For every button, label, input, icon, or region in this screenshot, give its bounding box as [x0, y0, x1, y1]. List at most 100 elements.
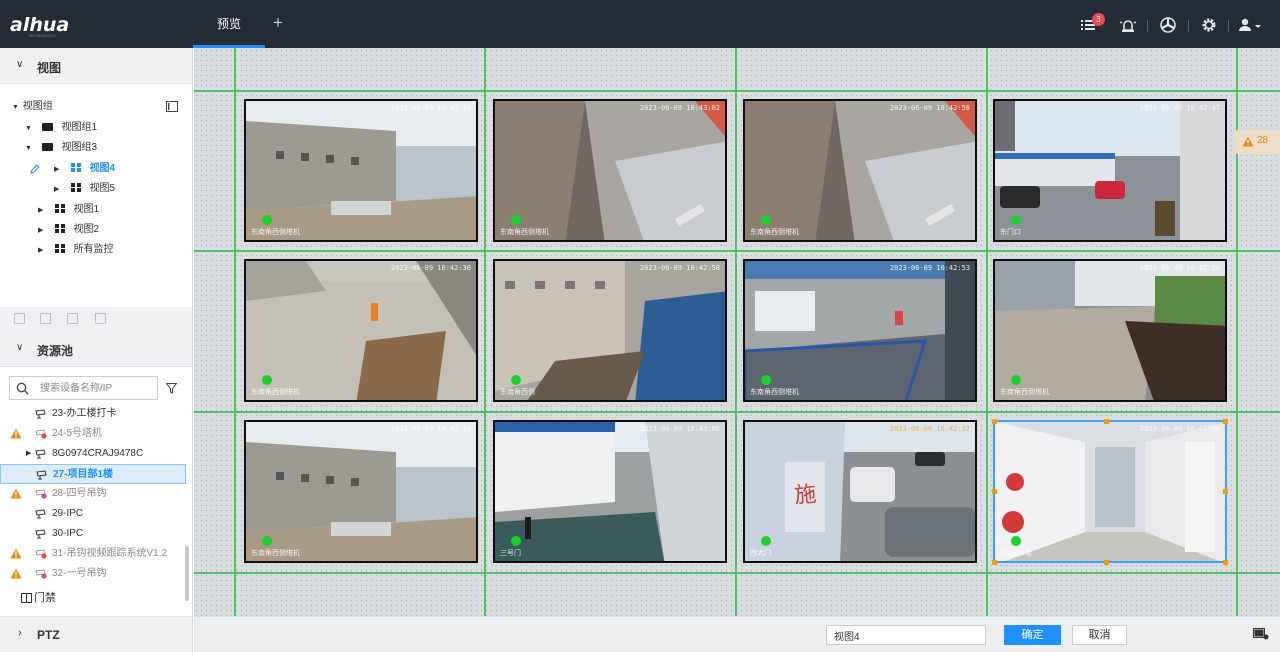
grid-line [194, 250, 1280, 252]
device-item[interactable]: 30-IPC [0, 524, 186, 544]
caret-right-icon: ▶ [38, 207, 44, 214]
view-toolbar [0, 307, 192, 331]
video-tile[interactable]: 2023-06-09 10:43:06 三号门 [493, 420, 727, 563]
resize-handle[interactable] [992, 419, 997, 424]
resize-handle[interactable] [1104, 560, 1109, 565]
camera-feed-street [495, 261, 725, 400]
device-item[interactable]: ▶ 8G0974CRAJ9478C [0, 444, 186, 464]
tree-view-2[interactable]: ▶ 视图2 [38, 220, 99, 240]
video-tile[interactable]: 施 2023-06-09 10:42:37 西大门 [743, 420, 977, 563]
caret-right-icon: ▶ [54, 186, 60, 193]
osd-camera-name: 东南角西侧塔机 [251, 229, 300, 236]
camera-offline-icon [35, 569, 47, 579]
user-icon[interactable] [1237, 16, 1263, 34]
alarm-count: 28 [1257, 135, 1269, 146]
video-tile-active[interactable]: 2023-06-09 10:42:56 项目部1楼 [993, 420, 1227, 563]
ptz-section-header[interactable]: › PTZ [0, 616, 192, 652]
device-item[interactable]: 32-一号吊钩 [0, 564, 186, 584]
tree-view-1[interactable]: ▶ 视图1 [38, 200, 99, 220]
device-item[interactable]: 28-四号吊钩 [0, 484, 186, 504]
resize-handle[interactable] [992, 489, 997, 494]
device-item[interactable]: 31-吊钩视频跟踪系统V1.2 [0, 544, 186, 564]
caret-right-icon: ▶ [54, 166, 60, 173]
device-item[interactable]: 29-IPC [0, 504, 186, 524]
recording-status-dot [511, 536, 521, 546]
top-bar: alhua TECHNOLOGY 预览 + 3 [0, 0, 1280, 48]
tree-view-4[interactable]: ▶ 视图4 [54, 159, 115, 179]
delete-icon[interactable] [95, 313, 106, 324]
door-access-item[interactable]: 门禁 [0, 588, 186, 608]
camera-offline-icon [35, 549, 47, 559]
device-item[interactable]: 23-办工楼打卡 [0, 404, 186, 424]
device-item[interactable]: 24-5号塔机 [0, 424, 186, 444]
tab-preview[interactable]: 预览 [193, 0, 265, 48]
collapse-all-icon[interactable] [166, 101, 178, 112]
device-label: 29-IPC [52, 508, 84, 519]
fan-icon[interactable] [1158, 16, 1178, 34]
resize-handle[interactable] [1223, 489, 1228, 494]
notification-badge: 3 [1092, 13, 1105, 26]
osd-timestamp: 2023-06-09 10:42:53 [889, 264, 970, 272]
video-wall[interactable]: 2023-06-09 10:42:30 东南角西侧塔机 2023-06-09 1… [194, 48, 1280, 616]
caret-down-icon: ▼ [25, 125, 32, 132]
tree-folder-group3[interactable]: ▼ 视图组3 [25, 138, 97, 158]
add-view-icon[interactable] [40, 313, 51, 324]
video-tile[interactable]: 2023-06-09 10:42:53 东南角西侧塔机 [743, 259, 977, 402]
view-section-header[interactable]: ∨ 视图 [0, 48, 192, 84]
confirm-button[interactable]: 确定 [1004, 625, 1061, 645]
resize-handle[interactable] [992, 560, 997, 565]
resource-section-header[interactable]: ∨ 资源池 [0, 331, 192, 367]
svg-text:施: 施 [793, 482, 817, 509]
view-name-input[interactable] [826, 625, 986, 645]
caret-right-icon: ▶ [38, 247, 44, 254]
video-tile[interactable]: 2023-06-09 10:42:30 东南角西侧塔机 [244, 259, 478, 402]
video-tile[interactable]: 2023-06-09 10:43:02 东南角西侧塔机 [493, 99, 727, 242]
video-tile[interactable]: 2023-06-09 10:42:56 东南角西侧塔机 [743, 99, 977, 242]
resize-handle[interactable] [1104, 419, 1109, 424]
tree-folder-group1[interactable]: ▼ 视图组1 [25, 118, 97, 138]
edit-pencil-icon[interactable] [30, 164, 40, 174]
osd-timestamp: 2023-06-09 10:42:50 [1139, 264, 1220, 272]
osd-timestamp: 2023-06-09 10:42:30 [390, 425, 471, 433]
chevron-right-icon: › [18, 627, 22, 639]
video-tile[interactable]: 2023-06-09 10:42:47 东门口 [993, 99, 1227, 242]
recording-status-dot [1011, 375, 1021, 385]
add-tab-button[interactable]: + [268, 11, 288, 35]
device-label: 23-办工楼打卡 [52, 408, 117, 419]
tree-view-all[interactable]: ▶ 所有监控 [38, 240, 114, 260]
resize-handle[interactable] [1223, 419, 1228, 424]
tree-item-label: 视图2 [73, 224, 100, 235]
device-search-input[interactable] [40, 380, 152, 396]
camera-feed-site [246, 261, 476, 400]
alarm-count-badge[interactable]: 28 [1235, 130, 1280, 154]
video-tile[interactable]: 2023-06-09 10:42:50 东南角西侧塔机 [993, 259, 1227, 402]
tree-view-5[interactable]: ▶ 视图5 [54, 179, 115, 199]
filter-icon[interactable] [166, 383, 177, 394]
bottom-bar: 确定 取消 [194, 616, 1280, 652]
window-layout-icon[interactable] [1253, 627, 1269, 641]
video-tile[interactable]: 2023-06-09 10:42:30 东南角西侧塔机 [244, 420, 478, 563]
device-label: 31-吊钩视频跟踪系统V1.2 [52, 548, 168, 559]
scrollbar[interactable] [185, 546, 189, 601]
view-grid-icon [70, 163, 81, 172]
recording-status-dot [761, 375, 771, 385]
view-grid-icon [70, 183, 81, 192]
video-tile[interactable]: 2023-06-09 10:42:30 东南角西侧塔机 [244, 99, 478, 242]
add-group-icon[interactable] [14, 313, 25, 324]
osd-camera-name: 东南角西侧塔机 [1000, 389, 1049, 396]
osd-timestamp: 2023-06-09 10:42:56 [889, 104, 970, 112]
tree-root[interactable]: ▼ 视图组 [12, 97, 53, 117]
video-tile[interactable]: 2023-06-09 10:42:58 东南角西侧 [493, 259, 727, 402]
camera-icon [35, 509, 46, 519]
tree-root-label: 视图组 [22, 101, 53, 112]
osd-camera-name: 项目部1楼 [1000, 550, 1032, 557]
edit-icon[interactable] [67, 313, 78, 324]
alarm-icon[interactable] [1118, 16, 1138, 34]
cancel-button[interactable]: 取消 [1072, 625, 1127, 645]
device-item-selected[interactable]: 27-项目部1楼 [0, 464, 186, 484]
grid-line [484, 48, 486, 616]
resize-handle[interactable] [1223, 560, 1228, 565]
device-search-box[interactable] [9, 376, 158, 400]
recording-status-dot [262, 215, 272, 225]
settings-icon[interactable] [1199, 16, 1219, 34]
